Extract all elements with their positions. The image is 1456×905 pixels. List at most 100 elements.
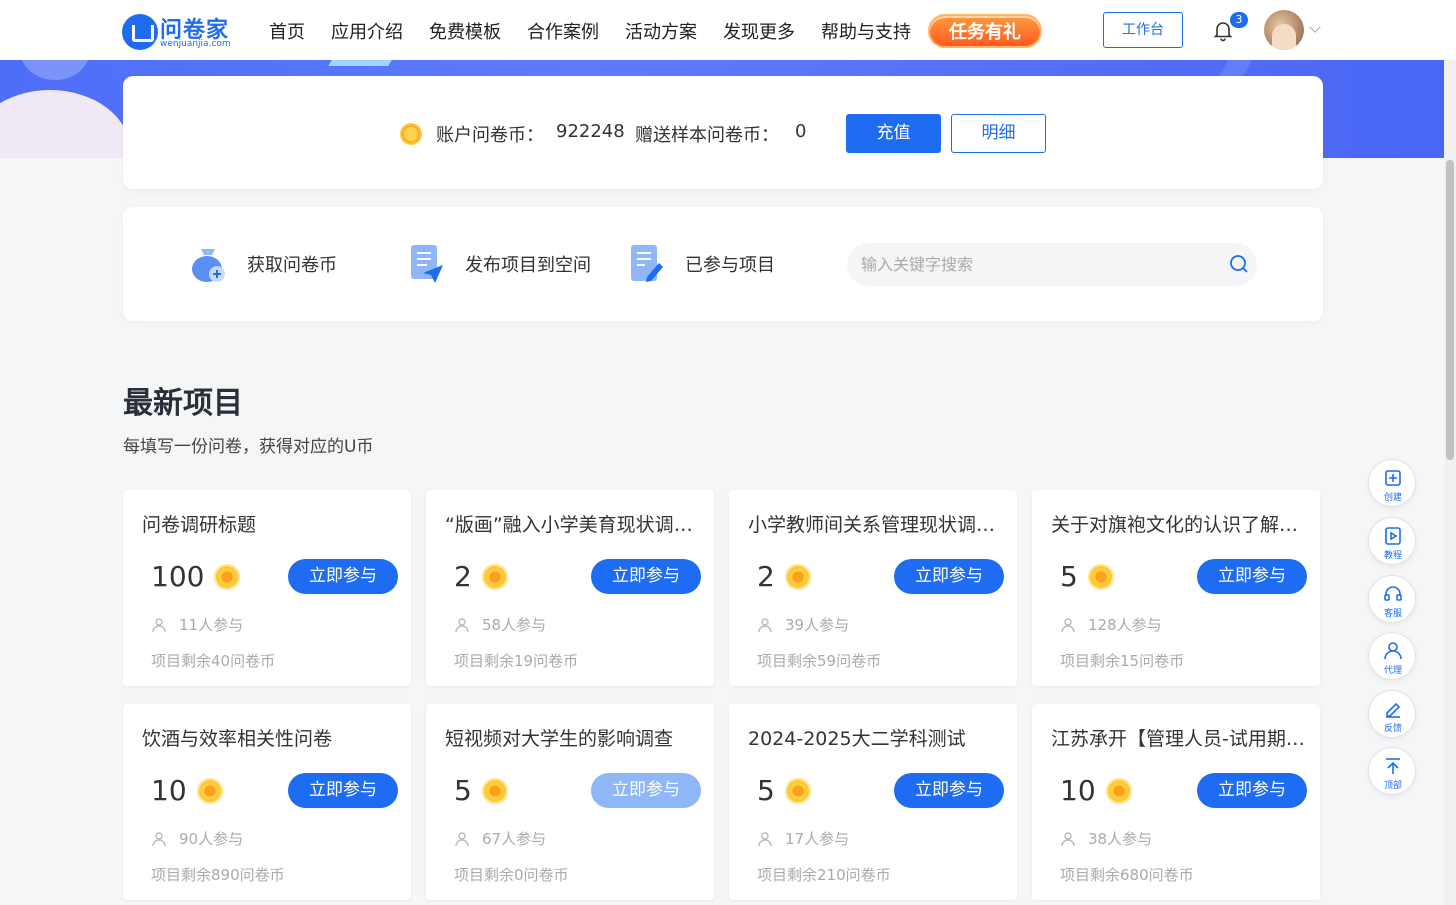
nav-item-home[interactable]: 首页 — [269, 18, 305, 44]
publish-icon — [411, 245, 443, 283]
back-to-top-button[interactable]: 顶部 — [1368, 747, 1416, 795]
chevron-down-icon[interactable] — [1309, 21, 1321, 33]
nav-item-discover[interactable]: 发现更多 — [723, 18, 795, 44]
participants-info: 67人参与 — [454, 828, 546, 849]
remaining-coins: 项目剩余680问卷币 — [1060, 866, 1194, 884]
join-button[interactable]: 立即参与 — [894, 559, 1004, 594]
reward-amount: 5 — [454, 774, 472, 807]
participants-info: 58人参与 — [454, 614, 546, 635]
avatar[interactable] — [1264, 10, 1304, 50]
project-card[interactable]: 饮酒与效率相关性问卷 10 立即参与 90人参与 项目剩余890问卷币 — [123, 704, 411, 900]
video-icon — [1385, 527, 1401, 545]
coin-icon — [784, 563, 811, 590]
join-button[interactable]: 立即参与 — [591, 559, 701, 594]
project-card[interactable]: 短视频对大学生的影响调查 5 立即参与 67人参与项目剩余0问卷币 — [426, 704, 714, 900]
coin-icon — [1105, 777, 1132, 804]
project-reward: 2 — [757, 560, 811, 593]
publish-project-action[interactable]: 发布项目到空间 — [409, 243, 591, 285]
project-card[interactable]: 江苏承开【管理人员-试用期】考核 10 立即参与 38人参与项目剩余680问卷币 — [1032, 704, 1320, 900]
nav-item-help[interactable]: 帮助与支持 — [821, 18, 911, 44]
support-float-button[interactable]: 客服 — [1368, 575, 1416, 623]
project-title[interactable]: 江苏承开【管理人员-试用期】考核 — [1051, 724, 1306, 751]
get-coins-action[interactable]: 获取问卷币 — [187, 243, 337, 285]
workbench-button[interactable]: 工作台 — [1103, 12, 1183, 48]
person-icon — [455, 617, 469, 632]
join-button[interactable]: 立即参与 — [288, 559, 398, 594]
person-icon — [152, 617, 166, 632]
nav-item-cases[interactable]: 合作案例 — [527, 18, 599, 44]
join-button[interactable]: 立即参与 — [591, 773, 701, 808]
coin-icon — [214, 563, 241, 590]
project-card[interactable]: “版画”融入小学美育现状调查问卷 2 立即参与 58人参与项目剩余19问卷币 — [426, 490, 714, 686]
gift-coins-value: 0 — [795, 121, 807, 142]
reward-amount: 5 — [757, 774, 775, 807]
arrow-up-icon — [1386, 758, 1400, 774]
joined-projects-action[interactable]: 已参与项目 — [629, 243, 775, 285]
person-icon — [455, 831, 469, 846]
reward-amount: 2 — [757, 560, 775, 593]
page-scrollbar[interactable] — [1444, 60, 1456, 905]
coin-icon — [784, 777, 811, 804]
project-reward: 5 — [1060, 560, 1114, 593]
participants-info: 38人参与 — [1060, 828, 1152, 849]
project-card[interactable]: 2024-2025大二学科测试 5 立即参与 17人参与 项目剩余210问卷币 — [729, 704, 1017, 900]
create-label: 创建 — [1383, 493, 1402, 503]
coin-icon — [400, 123, 422, 145]
recharge-button[interactable]: 充值 — [846, 114, 941, 153]
project-card[interactable]: 问卷调研标题 100 立即参与 11人参与 项目剩余40问卷币 — [123, 490, 411, 686]
participants-info: 17人参与 — [757, 828, 849, 849]
project-reward: 5 — [454, 774, 508, 807]
participants-count: 90人参与 — [179, 830, 244, 848]
detail-button[interactable]: 明细 — [951, 114, 1046, 153]
top-label: 顶部 — [1383, 781, 1402, 791]
person-icon — [758, 617, 772, 632]
account-coins-label: 账户问卷币： — [436, 125, 544, 146]
feedback-float-button[interactable]: 反馈 — [1368, 690, 1416, 738]
project-card[interactable]: 小学教师间关系管理现状调查问卷 2 立即参与 39人参与项目剩余59问卷币 — [729, 490, 1017, 686]
participants-count: 128人参与 — [1088, 616, 1162, 634]
coin-balance-card: 账户问卷币： 922248 赠送样本问卷币： 0 充值 明细 — [123, 76, 1323, 189]
join-button[interactable]: 立即参与 — [894, 773, 1004, 808]
scrollbar-thumb[interactable] — [1446, 160, 1454, 460]
agent-float-button[interactable]: 代理 — [1368, 632, 1416, 680]
project-title[interactable]: “版画”融入小学美育现状调查问卷 — [445, 510, 700, 537]
join-button[interactable]: 立即参与 — [1197, 773, 1307, 808]
logo-icon — [122, 14, 158, 50]
tutorial-float-button[interactable]: 教程 — [1368, 517, 1416, 565]
joined-projects-label: 已参与项目 — [685, 255, 775, 276]
nav-item-activities[interactable]: 活动方案 — [625, 18, 697, 44]
project-title[interactable]: 饮酒与效率相关性问卷 — [142, 724, 397, 751]
person-icon — [1061, 831, 1075, 846]
project-reward: 5 — [757, 774, 811, 807]
notification-badge: 3 — [1230, 12, 1248, 28]
project-title[interactable]: 小学教师间关系管理现状调查问卷 — [748, 510, 1003, 537]
project-title[interactable]: 关于对旗袍文化的认识了解调查 — [1051, 510, 1306, 537]
quick-actions-card: 获取问卷币 发布项目到空间 已参与项目 — [123, 207, 1323, 321]
nav-item-templates[interactable]: 免费模板 — [429, 18, 501, 44]
project-card[interactable]: 关于对旗袍文化的认识了解调查 5 立即参与 128人参与 项目剩余15问卷币 — [1032, 490, 1320, 686]
section-subtitle: 每填写一份问卷，获得对应的U币 — [123, 437, 374, 457]
join-button[interactable]: 立即参与 — [288, 773, 398, 808]
brand-logo[interactable]: 问卷家 wenjuanjia.com — [122, 12, 237, 50]
remaining-coins: 项目剩余0问卷币 — [454, 866, 569, 884]
support-label: 客服 — [1383, 609, 1402, 619]
create-float-button[interactable]: 创建 — [1368, 459, 1416, 507]
coin-icon — [481, 777, 508, 804]
project-reward: 2 — [454, 560, 508, 593]
document-edit-icon — [631, 245, 663, 282]
remaining-coins: 项目剩余890问卷币 — [151, 866, 285, 884]
nav-item-app-intro[interactable]: 应用介绍 — [331, 18, 403, 44]
project-title[interactable]: 2024-2025大二学科测试 — [748, 724, 1003, 751]
participants-count: 67人参与 — [482, 830, 547, 848]
search-icon[interactable] — [1229, 254, 1249, 274]
project-title[interactable]: 问卷调研标题 — [142, 510, 397, 537]
task-reward-button[interactable]: 任务有礼 — [928, 14, 1042, 48]
create-icon — [1385, 470, 1401, 486]
main-nav: 首页 应用介绍 免费模板 合作案例 活动方案 发现更多 帮助与支持 — [269, 18, 937, 44]
gift-coins-label: 赠送样本问卷币： — [635, 125, 779, 146]
search-input[interactable] — [861, 243, 1221, 286]
coin-bag-icon — [192, 249, 225, 282]
participants-count: 58人参与 — [482, 616, 547, 634]
project-title[interactable]: 短视频对大学生的影响调查 — [445, 724, 700, 751]
join-button[interactable]: 立即参与 — [1197, 559, 1307, 594]
